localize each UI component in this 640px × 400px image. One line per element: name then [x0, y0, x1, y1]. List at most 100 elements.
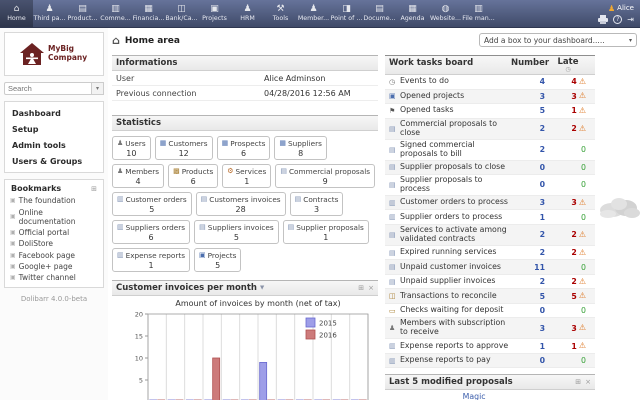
stat-box-services[interactable]: ⚙Services1	[222, 164, 271, 188]
stat-box-expense-reports[interactable]: ▥Expense reports1	[112, 248, 190, 272]
stat-box-products[interactable]: ▩Products6	[168, 164, 218, 188]
stat-box-prospects[interactable]: ▦Prospects6	[217, 136, 271, 160]
widget-close-icon[interactable]: ×	[585, 378, 591, 386]
task-row-opened-tasks[interactable]: ⚑Opened tasks51⚠	[385, 104, 595, 119]
sidebar-item-dashboard[interactable]: Dashboard	[5, 105, 103, 121]
search-bar: ▾	[4, 82, 104, 95]
widget-move-icon[interactable]: ⊞	[358, 284, 364, 292]
stat-box-customer-orders[interactable]: ▥Customer orders5	[112, 192, 192, 216]
top-menu-item-third-pa[interactable]: ♟Third pa...	[33, 0, 66, 27]
task-row-unpaid-supplier-invoices[interactable]: ▤Unpaid supplier invoices22⚠	[385, 275, 595, 290]
search-input[interactable]	[4, 82, 92, 95]
top-menu-item-projects[interactable]: ▣Projects	[198, 0, 231, 27]
top-menu-item-financia[interactable]: ▦Financia...	[132, 0, 165, 27]
task-row-expense-reports-to-approve[interactable]: ▥Expense reports to approve11⚠	[385, 339, 595, 354]
stat-box-members[interactable]: ♟Members4	[112, 164, 164, 188]
events-to-do-icon: ◷	[389, 78, 400, 86]
top-menu-item-agenda[interactable]: ▦Agenda	[396, 0, 429, 27]
task-row-supplier-proposals-to-close[interactable]: ▤Supplier proposals to close00	[385, 161, 595, 176]
top-menu-item-product[interactable]: ▤Product...	[66, 0, 99, 27]
task-label: Commercial proposals to close	[400, 120, 515, 138]
task-row-members-with-subscription-to-receive[interactable]: ♟Members with subscription to receive33⚠	[385, 318, 595, 339]
search-dropdown-button[interactable]: ▾	[92, 82, 104, 95]
task-row-events-to-do[interactable]: ◷Events to do44⚠	[385, 75, 595, 90]
filter-icon[interactable]: ▼	[260, 285, 264, 291]
stat-box-users[interactable]: ♟Users10	[112, 136, 151, 160]
bookmark-dolistore[interactable]: ▣DoliStore	[5, 238, 103, 249]
top-menu-item-bank-ca[interactable]: ◫Bank/Ca...	[165, 0, 198, 27]
stat-box-customers-invoices[interactable]: ▤Customers invoices28	[196, 192, 286, 216]
tools-icon: ⚒	[276, 5, 284, 14]
members-icon: ♟	[117, 168, 123, 175]
top-menu-item-comme[interactable]: ▥Comme...	[99, 0, 132, 27]
task-row-supplier-proposals-to-process[interactable]: ▤Supplier proposals to process00	[385, 175, 595, 196]
bookmark-google-page[interactable]: ▣Google+ page	[5, 261, 103, 272]
stat-box-suppliers-orders[interactable]: ▥Suppliers orders6	[112, 220, 190, 244]
task-row-unpaid-customer-invoices[interactable]: ▤Unpaid customer invoices110	[385, 260, 595, 275]
user-menu[interactable]: ♟ Alice	[608, 4, 634, 13]
stat-box-projects[interactable]: ▣Projects5	[194, 248, 241, 272]
task-row-signed-commercial-proposals-to-bill[interactable]: ▤Signed commercial proposals to bill20	[385, 140, 595, 161]
stat-box-top: ▤Supplier proposals	[288, 223, 364, 232]
task-late: 3⚠	[545, 198, 591, 207]
stat-box-top: ▦Prospects	[222, 139, 266, 148]
top-menu-label: Home	[7, 15, 26, 22]
task-row-checks-waiting-for-deposit[interactable]: ▭Checks waiting for deposit00	[385, 304, 595, 319]
info-value[interactable]: Alice Adminson	[264, 74, 325, 83]
warning-icon: ⚠	[579, 78, 586, 86]
top-menu-item-point-of[interactable]: ◨Point of ...	[330, 0, 363, 27]
sidebar-item-setup[interactable]: Setup	[5, 121, 103, 137]
bookmark-the-foundation[interactable]: ▣The foundation	[5, 195, 103, 206]
svg-text:5: 5	[139, 377, 143, 385]
company-logo[interactable]: MyBig Company	[4, 32, 104, 76]
stat-box-suppliers[interactable]: ▦Suppliers8	[274, 136, 327, 160]
widget-close-icon[interactable]: ×	[368, 284, 374, 292]
bookmark-online-documentation[interactable]: ▣Online documentation	[5, 206, 103, 226]
task-row-customer-orders-to-process[interactable]: ▥Customer orders to process33⚠	[385, 196, 595, 211]
sidebar-item-admin-tools[interactable]: Admin tools	[5, 137, 103, 153]
task-row-expired-running-services[interactable]: ▤Expired running services22⚠	[385, 246, 595, 261]
stat-box-suppliers-invoices[interactable]: ▤Suppliers invoices5	[194, 220, 279, 244]
proposals-widget: Last 5 modified proposals ⊞ × ▤PR1302-00…	[385, 374, 595, 400]
products-icon: ▩	[173, 168, 180, 175]
top-menu-item-member[interactable]: ♟Member...	[297, 0, 330, 27]
stat-label: Users	[125, 139, 145, 148]
stat-box-supplier-proposals[interactable]: ▤Supplier proposals1	[283, 220, 369, 244]
task-row-transactions-to-reconcile[interactable]: ◫Transactions to reconcile55⚠	[385, 289, 595, 304]
bookmarks-grid-icon[interactable]: ⊞	[91, 185, 97, 193]
customer-orders-to-process-icon: ▥	[389, 199, 400, 207]
stat-box-contracts[interactable]: ▤Contracts3	[290, 192, 344, 216]
task-row-expense-reports-to-pay[interactable]: ▥Expense reports to pay00	[385, 354, 595, 369]
statistics-boxes: ♟Users10▦Customers12▦Prospects6▦Supplier…	[112, 136, 378, 272]
info-label: Previous connection	[116, 89, 264, 98]
company-link[interactable]: Magic Food Store	[463, 392, 494, 400]
stat-box-customers[interactable]: ▦Customers12	[155, 136, 213, 160]
stat-label: Customers	[168, 139, 207, 148]
top-menu-item-website[interactable]: ◍Website...	[429, 0, 462, 27]
top-menu-item-hrm[interactable]: ♟HRM	[231, 0, 264, 27]
task-late-value: 1	[571, 342, 576, 351]
bookmark-facebook-page[interactable]: ▣Facebook page	[5, 250, 103, 261]
printer-icon[interactable]	[598, 15, 608, 24]
add-box-dropdown[interactable]: Add a box to your dashboard..... ▾	[479, 33, 637, 47]
app-version: Dolibarr 4.0.0-beta	[4, 295, 104, 303]
widget-move-icon[interactable]: ⊞	[575, 378, 581, 386]
task-row-commercial-proposals-to-close[interactable]: ▤Commercial proposals to close22⚠	[385, 119, 595, 140]
stat-box-commercial-proposals[interactable]: ▤Commercial proposals9	[275, 164, 375, 188]
top-menu-item-home[interactable]: ⌂Home	[0, 0, 33, 27]
file-man-icon: ▥	[474, 5, 483, 14]
bookmark-twitter-channel[interactable]: ▣Twitter channel	[5, 272, 103, 283]
task-row-services-to-activate-among-validated-contracts[interactable]: ▤Services to activate among validated co…	[385, 225, 595, 246]
work-tasks-title: Work tasks board	[389, 58, 511, 68]
informations-title: Informations	[116, 58, 177, 68]
logout-icon[interactable]: ⇥	[627, 15, 634, 24]
top-menu-item-tools[interactable]: ⚒Tools	[264, 0, 297, 27]
work-tasks-board: Work tasks board Number Late ◷ ◷Events t…	[385, 55, 595, 368]
top-menu-item-docume[interactable]: ▤Docume...	[363, 0, 396, 27]
help-icon[interactable]: ?	[613, 15, 622, 24]
task-row-opened-projects[interactable]: ▣Opened projects33⚠	[385, 90, 595, 105]
sidebar-item-users-groups[interactable]: Users & Groups	[5, 153, 103, 169]
task-row-supplier-orders-to-process[interactable]: ▥Supplier orders to process10	[385, 210, 595, 225]
top-menu-item-file-man[interactable]: ▥File man...	[462, 0, 495, 27]
bookmark-official-portal[interactable]: ▣Official portal	[5, 227, 103, 238]
